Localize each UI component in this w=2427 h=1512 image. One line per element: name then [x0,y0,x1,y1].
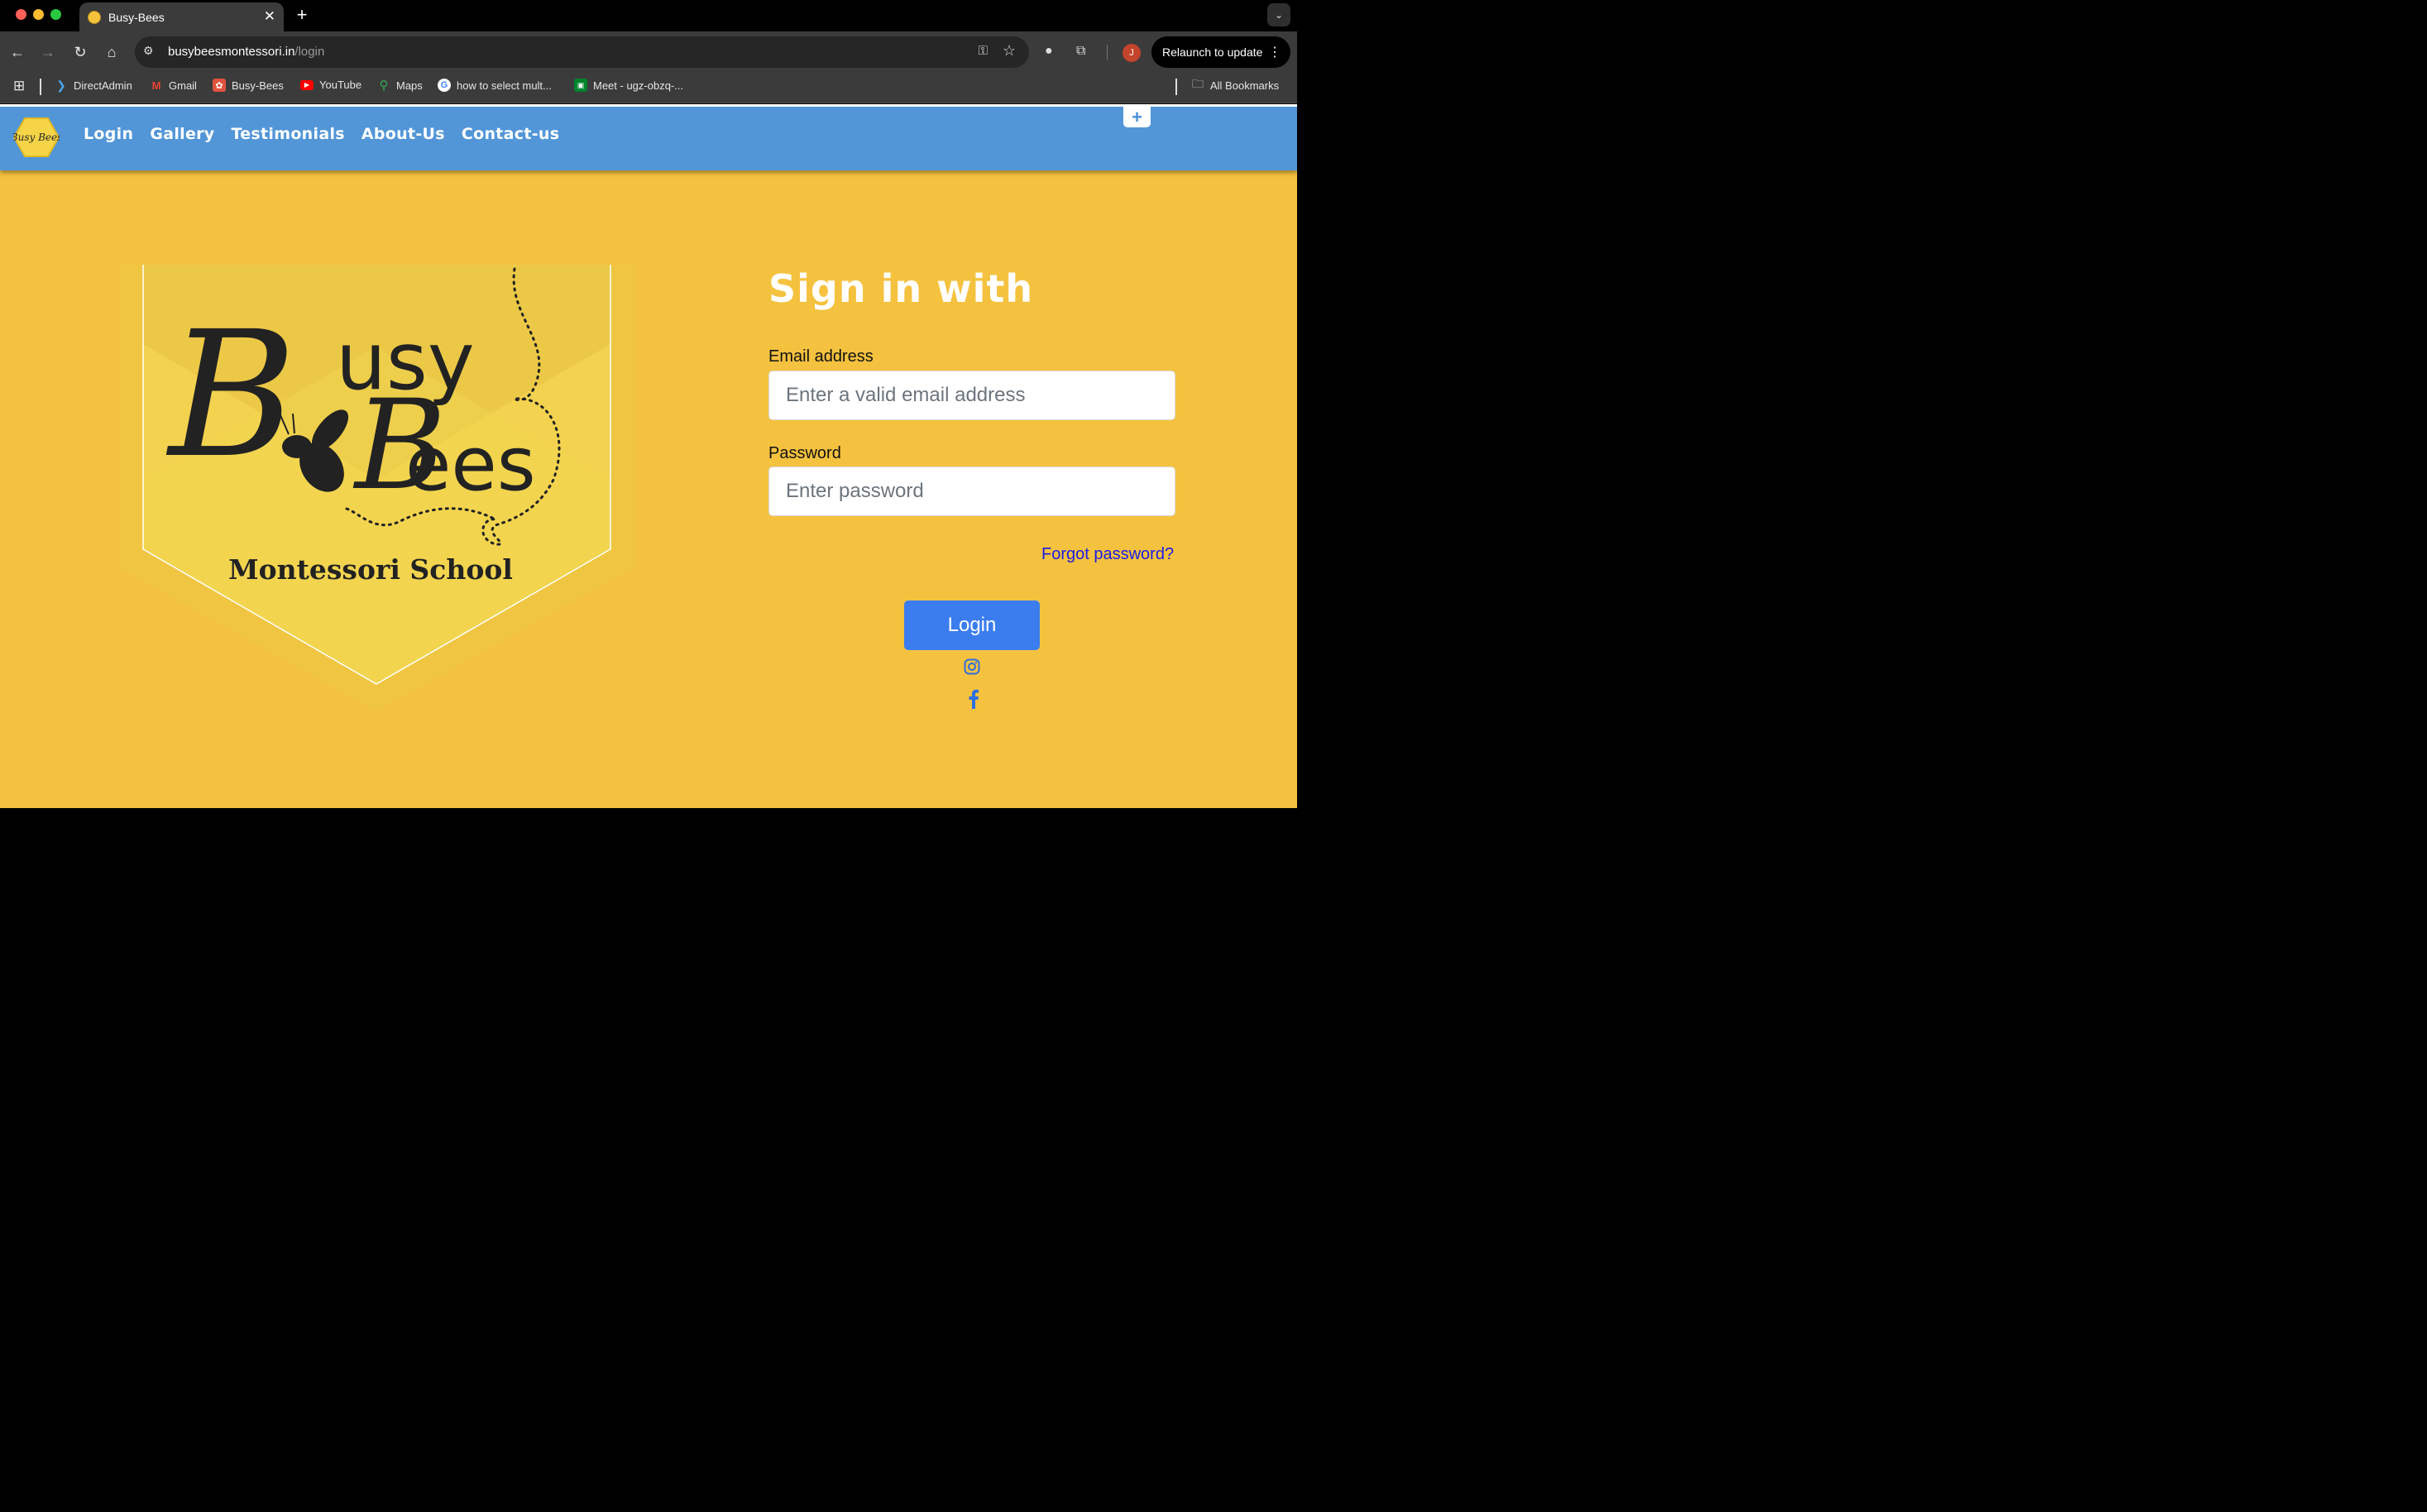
meet-icon: ▣ [574,79,587,92]
bookmark-directadmin[interactable]: ❯ DirectAdmin [55,79,132,92]
all-bookmarks-button[interactable]: 🗀 All Bookmarks [1191,77,1279,92]
nav-contact-us[interactable]: Contact-us [462,125,560,143]
email-field[interactable] [768,371,1175,420]
site-settings-icon[interactable]: ⚙ [143,44,154,58]
directadmin-icon: ❯ [56,78,66,92]
svg-text:ees: ees [405,421,536,508]
nav-gallery[interactable]: Gallery [150,125,214,143]
profile-avatar[interactable]: J [1123,44,1141,62]
nav-login[interactable]: Login [84,125,133,143]
main-nav: Login Gallery Testimonials About-Us Cont… [84,125,576,143]
maximize-window-button[interactable] [50,9,61,20]
url-text[interactable]: busybeesmontessori.in/login [168,45,324,59]
browser-titlebar: Busy-Bees ✕ + ⌄ [0,0,1297,31]
logo-text: Busy Bees [13,132,60,143]
password-field[interactable] [768,467,1175,516]
home-icon[interactable]: ⌂ [101,41,122,63]
facebook-icon[interactable] [968,689,979,709]
nav-testimonials[interactable]: Testimonials [232,125,345,143]
apps-grid-icon[interactable]: ⊞ [13,78,25,94]
close-window-button[interactable] [16,9,26,20]
password-key-icon[interactable]: ⚿ [979,44,988,58]
folder-icon: 🗀 [1192,77,1204,90]
relaunch-label: Relaunch to update [1162,45,1263,59]
bookmarks-divider [40,79,41,95]
web-page: Busy Bees Login Gallery Testimonials Abo… [0,104,1297,808]
reload-icon[interactable]: ↻ [69,41,91,63]
bookmark-star-icon[interactable]: ☆ [1003,42,1016,60]
bookmarks-bar: ⊞ ❯ DirectAdmin M Gmail ✿ Busy-Bees ▶ Yo… [0,73,1297,103]
back-arrow-icon[interactable]: ← [7,41,28,63]
busybees-favicon [88,10,101,24]
forward-arrow-icon[interactable]: → [37,41,59,63]
tab-title: Busy-Bees [108,10,165,24]
site-navbar: Busy Bees Login Gallery Testimonials Abo… [0,104,1297,170]
busy-bees-hero-logo: B usy B ees Montessori School [119,265,634,711]
maps-icon: ⚲ [379,79,389,93]
relaunch-button[interactable]: Relaunch to update ⋮ [1151,36,1290,68]
login-button[interactable]: Login [904,600,1040,650]
plus-icon[interactable]: + [1123,107,1151,127]
google-icon: G [438,79,451,92]
bookmark-google-search[interactable]: G how to select mult... [438,79,552,92]
browser-tab[interactable]: Busy-Bees ✕ [79,2,284,31]
svg-text:B: B [165,294,296,496]
sign-in-heading: Sign in with [768,266,1034,311]
busybees-favicon: ✿ [213,79,226,92]
new-tab-button[interactable]: + [294,4,310,26]
browser-toolbar: ← → ↻ ⌂ ⚙ busybeesmontessori.in/login ⚿ … [0,31,1297,73]
forgot-password-link[interactable]: Forgot password? [1041,545,1174,564]
extension-icon[interactable]: ● [1045,44,1053,59]
minimize-window-button[interactable] [33,9,44,20]
password-label: Password [768,444,841,462]
email-label: Email address [768,347,874,366]
puzzle-extensions-icon[interactable]: ⧉ [1076,44,1085,59]
site-logo[interactable]: Busy Bees [13,117,60,158]
nav-about-us[interactable]: About-Us [361,125,445,143]
hero-subtitle: Montessori School [228,553,513,586]
bookmark-busy-bees[interactable]: ✿ Busy-Bees [213,79,284,92]
gmail-icon: M [151,79,161,92]
bookmarks-divider [1175,79,1177,95]
instagram-icon[interactable] [964,658,980,675]
bookmark-meet[interactable]: ▣ Meet - ugz-obzq-... [574,79,683,92]
bookmark-maps[interactable]: ⚲ Maps [377,79,423,93]
more-menu-icon[interactable]: ⋮ [1268,44,1281,60]
close-tab-icon[interactable]: ✕ [264,8,275,25]
youtube-icon: ▶ [300,79,314,90]
bookmark-gmail[interactable]: M Gmail [150,79,197,92]
bookmark-youtube[interactable]: ▶ YouTube [300,79,361,91]
address-bar[interactable]: ⚙ busybeesmontessori.in/login ⚿ ☆ [135,36,1029,68]
tab-search-chevron-icon[interactable]: ⌄ [1267,3,1290,26]
toolbar-divider [1107,45,1108,60]
